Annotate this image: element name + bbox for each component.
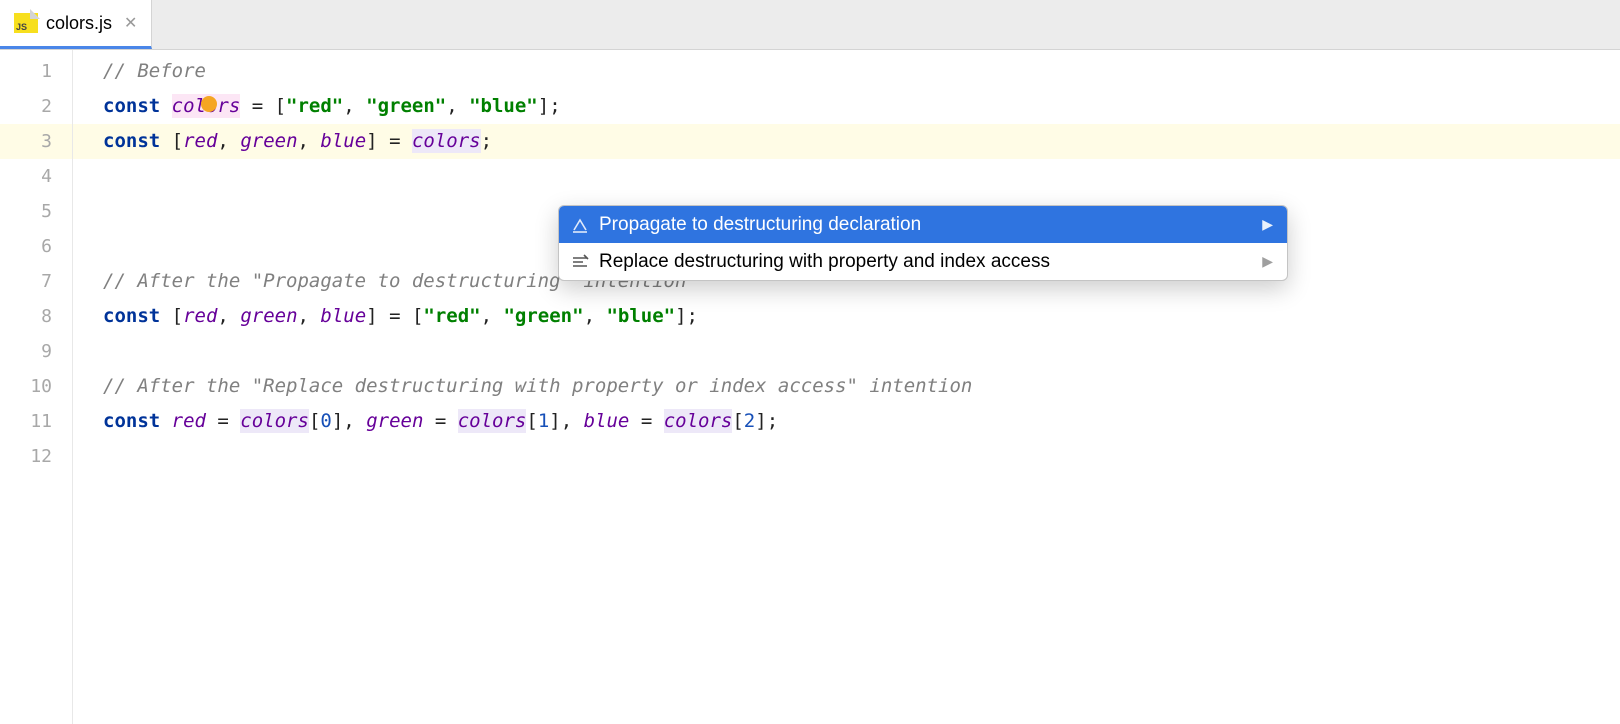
line-number-gutter: 1 2 3 4 5 6 7 8 9 10 11 12 <box>0 50 72 724</box>
line-number: 5 <box>0 194 72 229</box>
intention-action-replace[interactable]: Replace destructuring with property and … <box>559 243 1287 280</box>
intention-actions-popup: Propagate to destructuring declaration ▶… <box>558 205 1288 281</box>
line-number: 4 <box>0 159 72 194</box>
line-number: 1 <box>0 54 72 89</box>
js-file-icon: JS <box>14 13 38 33</box>
intention-action-label: Replace destructuring with property and … <box>599 251 1050 273</box>
intention-action-propagate[interactable]: Propagate to destructuring declaration ▶ <box>559 206 1287 243</box>
line-number: 7 <box>0 264 72 299</box>
code-line: const [red, green, blue] = colors; <box>73 124 1620 159</box>
code-line: const red = colors[0], green = colors[1]… <box>103 404 1620 439</box>
line-number: 3 <box>0 124 72 159</box>
tab-filename: colors.js <box>46 13 112 34</box>
intention-action-icon <box>571 253 589 271</box>
chevron-right-icon: ▶ <box>1262 216 1273 233</box>
line-number: 2 <box>0 89 72 124</box>
code-line <box>103 334 1620 369</box>
code-line: const colors = ["red", "green", "blue"]; <box>103 89 1620 124</box>
code-line <box>103 159 1620 194</box>
comment-text: // Before <box>103 60 206 82</box>
code-line: // After the "Replace destructuring with… <box>103 369 1620 404</box>
line-number: 9 <box>0 334 72 369</box>
comment-text: // After the "Replace destructuring with… <box>103 375 972 397</box>
line-number: 10 <box>0 369 72 404</box>
code-line: const [red, green, blue] = ["red", "gree… <box>103 299 1620 334</box>
editor-tab-bar: JS colors.js ✕ <box>0 0 1620 50</box>
editor-tab[interactable]: JS colors.js ✕ <box>0 0 152 49</box>
line-number: 6 <box>0 229 72 264</box>
code-line: // Before <box>103 54 1620 89</box>
intention-action-icon <box>571 216 589 234</box>
intention-action-label: Propagate to destructuring declaration <box>599 214 921 236</box>
line-number: 11 <box>0 404 72 439</box>
code-content[interactable]: // Before const colors = ["red", "green"… <box>72 50 1620 724</box>
chevron-right-icon: ▶ <box>1262 253 1273 270</box>
line-number: 8 <box>0 299 72 334</box>
editor-area: 1 2 3 4 5 6 7 8 9 10 11 12 // Before con… <box>0 50 1620 724</box>
line-number: 12 <box>0 439 72 474</box>
close-icon[interactable]: ✕ <box>124 13 137 33</box>
intention-bulb-icon[interactable] <box>201 96 217 112</box>
code-line <box>103 439 1620 474</box>
